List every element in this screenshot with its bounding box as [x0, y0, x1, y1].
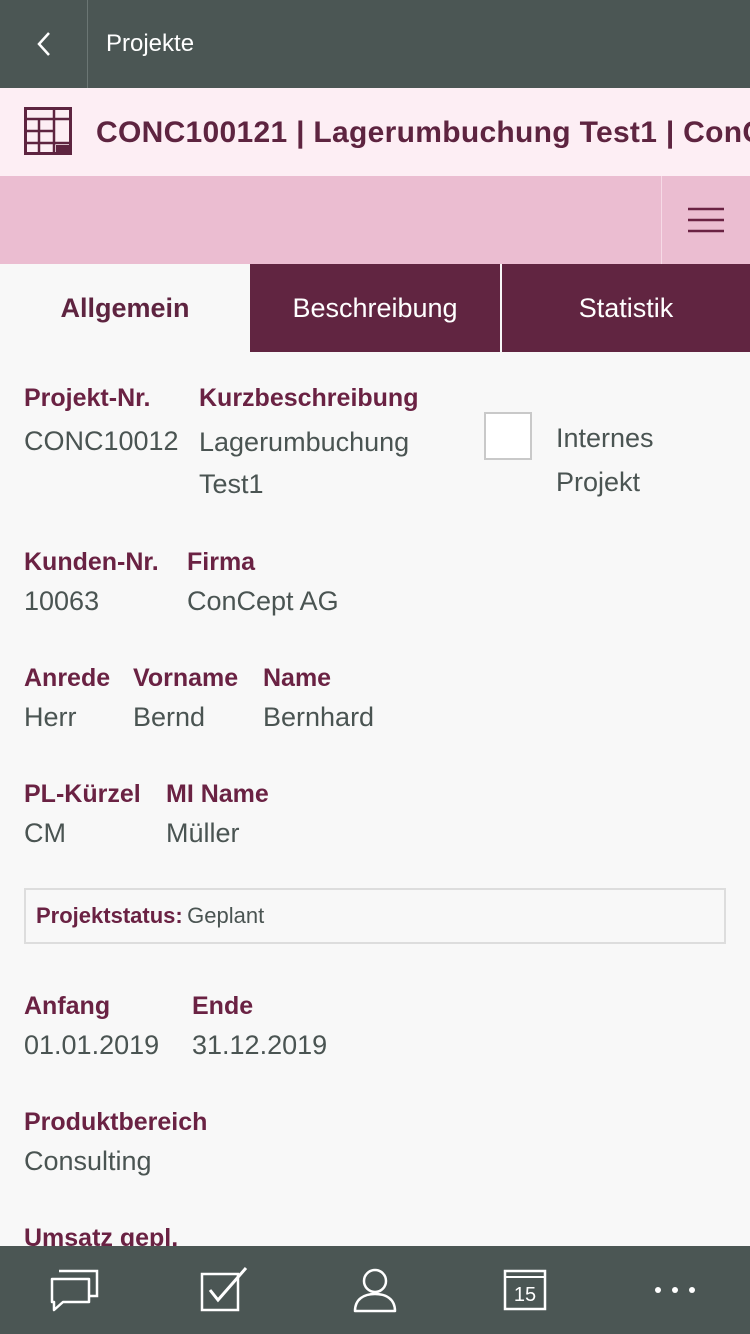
projekt-nr-label: Projekt-Nr.: [24, 384, 151, 412]
produktbereich-value: Consulting: [24, 1146, 152, 1176]
calendar-day-label: 15: [514, 1284, 536, 1306]
top-app-bar: Projekte: [0, 0, 750, 88]
firma-label: Firma: [187, 548, 256, 576]
calendar-button[interactable]: 15: [455, 1246, 595, 1334]
project-grid-icon: [24, 107, 72, 155]
anfang-value: 01.01.2019: [24, 1030, 160, 1060]
tab-bar: Allgemein Beschreibung Statistik: [0, 264, 750, 352]
back-button[interactable]: [0, 0, 88, 88]
chevron-left-icon: [36, 32, 50, 56]
task-checkbox-icon: [200, 1267, 248, 1312]
bottom-nav-bar: 15: [0, 1246, 750, 1334]
hamburger-menu-icon: [688, 207, 724, 233]
firma-value: ConCept AG: [187, 586, 339, 616]
projektstatus-value: Geplant: [187, 903, 265, 928]
tab-statistik[interactable]: Statistik: [502, 264, 750, 352]
produktbereich-label: Produktbereich: [24, 1108, 208, 1136]
projektstatus-box: Projektstatus: Geplant: [24, 888, 726, 944]
pl-kuerzel-label: PL-Kürzel: [24, 780, 141, 808]
name-label: Name: [263, 664, 332, 692]
mi-name-value: Müller: [166, 818, 240, 848]
calendar-icon: 15: [503, 1269, 547, 1311]
record-title: CONC100121 | Lagerumbuchung Test1 | ConC…: [96, 116, 750, 149]
kurzbeschreibung-value: Lagerumbuchung Test1: [199, 427, 410, 499]
contacts-button[interactable]: [305, 1246, 445, 1334]
anfang-label: Anfang: [24, 992, 111, 1020]
anrede-label: Anrede: [24, 664, 111, 692]
menu-button[interactable]: [661, 176, 750, 264]
vorname-value: Bernd: [133, 702, 206, 732]
chat-icon: [50, 1269, 99, 1312]
action-toolbar: [0, 176, 750, 264]
kurzbeschreibung-label: Kurzbeschreibung: [199, 384, 419, 412]
more-button[interactable]: [605, 1246, 745, 1334]
ende-label: Ende: [192, 992, 254, 1020]
internes-projekt-label: Internes Projekt: [556, 423, 654, 497]
name-value: Bernhard: [263, 702, 375, 732]
projektstatus-label: Projektstatus:: [36, 903, 183, 928]
pl-kuerzel-value: CM: [24, 818, 66, 848]
more-icon: [655, 1287, 695, 1293]
chat-button[interactable]: [5, 1246, 145, 1334]
tasks-button[interactable]: [155, 1246, 295, 1334]
tab-beschreibung[interactable]: Beschreibung: [250, 264, 500, 352]
record-header: CONC100121 | Lagerumbuchung Test1 | ConC…: [0, 88, 750, 176]
anrede-value: Herr: [24, 702, 77, 732]
vorname-label: Vorname: [133, 664, 239, 692]
projekt-nr-value: CONC10012: [24, 426, 179, 456]
person-icon: [353, 1268, 397, 1313]
mi-name-label: MI Name: [166, 780, 269, 808]
ende-value: 31.12.2019: [192, 1030, 328, 1060]
kunden-nr-value: 10063: [24, 586, 100, 616]
tab-allgemein[interactable]: Allgemein: [0, 264, 250, 352]
kunden-nr-label: Kunden-Nr.: [24, 548, 159, 576]
page-title: Projekte: [106, 30, 195, 57]
internes-projekt-checkbox[interactable]: [484, 412, 532, 460]
